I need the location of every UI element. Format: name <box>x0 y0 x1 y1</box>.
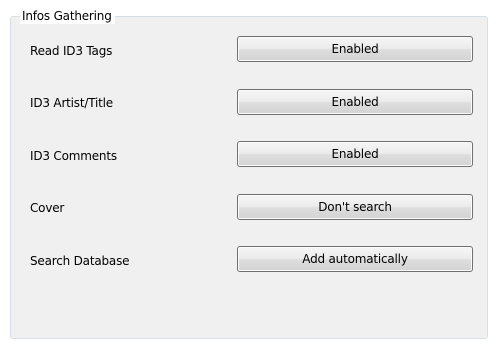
cover-label: Cover <box>30 201 65 215</box>
read-id3-tags-button[interactable]: Enabled <box>237 36 473 62</box>
search-database-label: Search Database <box>30 254 130 268</box>
groupbox-title: Infos Gathering <box>20 9 115 24</box>
search-database-button[interactable]: Add automatically <box>237 246 473 272</box>
id3-artist-title-label: ID3 Artist/Title <box>30 96 113 110</box>
id3-comments-button[interactable]: Enabled <box>237 141 473 167</box>
read-id3-tags-label: Read ID3 Tags <box>30 44 113 58</box>
id3-comments-label: ID3 Comments <box>30 149 117 163</box>
infos-gathering-groupbox <box>10 16 488 339</box>
id3-artist-title-button[interactable]: Enabled <box>237 89 473 115</box>
cover-button[interactable]: Don't search <box>237 194 473 220</box>
